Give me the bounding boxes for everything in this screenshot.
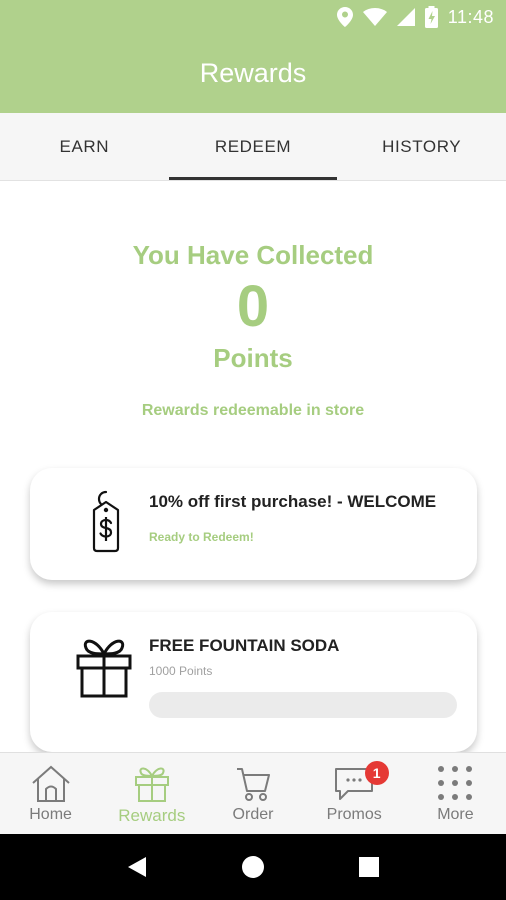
nav-rewards[interactable]: Rewards	[101, 753, 202, 834]
system-nav-bar	[0, 834, 506, 900]
home-icon	[31, 765, 70, 802]
reward-card-soda[interactable]: FREE FOUNTAIN SODA 1000 Points	[30, 612, 477, 752]
points-unit: Points	[213, 343, 293, 373]
points-count: 0	[236, 274, 270, 339]
reward-name: 10% off first purchase! - WELCOME	[149, 492, 437, 511]
page-title: Rewards	[199, 58, 307, 88]
grid-dots-icon	[438, 766, 473, 800]
nav-label: Rewards	[118, 806, 186, 825]
location-icon	[336, 7, 353, 27]
nav-label: More	[437, 806, 474, 823]
points-summary: You Have Collected 0 Points Rewards rede…	[0, 240, 506, 420]
reward-name: FREE FOUNTAIN SODA	[149, 636, 340, 655]
cart-icon	[237, 768, 270, 801]
gift-icon	[134, 767, 169, 802]
nav-label: Order	[232, 806, 274, 823]
reward-card-welcome[interactable]: 10% off first purchase! - WELCOME Ready …	[30, 468, 477, 580]
app-bar: 11:48 Rewards	[0, 0, 506, 113]
redeem-note: Rewards redeemable in store	[141, 402, 365, 419]
nav-order[interactable]: Order	[202, 753, 303, 834]
nav-label: Home	[29, 806, 72, 823]
tab-bar: EARN REDEEM HISTORY	[0, 113, 506, 181]
nav-home[interactable]: Home	[0, 753, 101, 834]
nav-promos[interactable]: 1 Promos	[304, 753, 405, 834]
tab-redeem[interactable]: REDEEM	[168, 113, 338, 180]
gift-icon	[76, 639, 132, 698]
battery-icon	[424, 6, 438, 28]
tab-history[interactable]: HISTORY	[337, 113, 506, 180]
back-icon[interactable]	[126, 855, 148, 879]
recents-icon[interactable]	[358, 856, 380, 878]
reward-progress-bar	[149, 692, 457, 718]
reward-status: Ready to Redeem!	[149, 530, 254, 544]
tab-earn[interactable]: EARN	[0, 113, 169, 180]
bottom-nav: Home Rewards Order 1 Promos More	[0, 752, 506, 834]
notification-badge: 1	[364, 761, 389, 785]
summary-heading: You Have Collected	[132, 240, 374, 270]
signal-icon	[396, 8, 415, 26]
nav-label: Promos	[326, 806, 382, 823]
price-tag-icon	[92, 490, 120, 553]
wifi-icon	[362, 8, 387, 26]
status-time: 11:48	[447, 6, 494, 27]
reward-points-required: 1000 Points	[149, 664, 213, 678]
nav-more[interactable]: More	[405, 753, 506, 834]
home-circle-icon[interactable]	[240, 854, 266, 880]
status-bar: 11:48	[0, 0, 506, 36]
